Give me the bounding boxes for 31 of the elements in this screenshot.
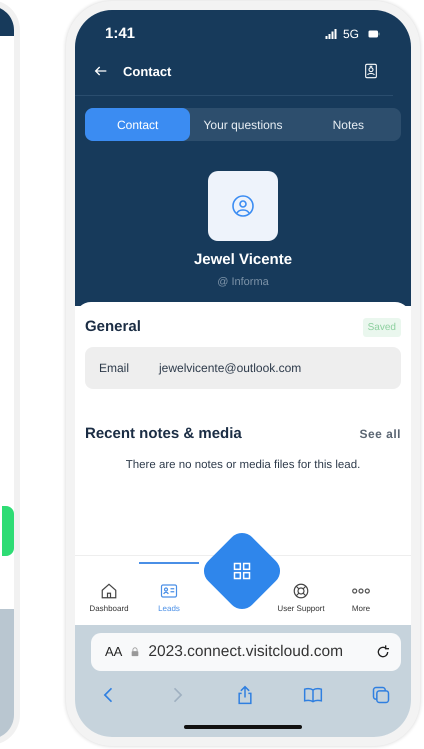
network-label: 5G	[342, 26, 359, 43]
section-title: General	[85, 317, 141, 337]
see-all-link[interactable]: See all	[359, 424, 401, 443]
status-time: 1:41	[105, 24, 136, 44]
empty-message: There are no notes or media files for this lead.	[124, 458, 362, 473]
person-icon	[231, 194, 255, 218]
url-text: 2023.connect.visitcloud.com	[148, 642, 344, 662]
home-icon	[100, 582, 118, 600]
signal-icon	[322, 28, 339, 40]
field-label: Email	[99, 360, 130, 376]
nav-tab[interactable]: Dashboard	[79, 582, 139, 615]
nav-tab[interactable]: User Support	[271, 582, 331, 615]
saved-badge: Saved	[362, 318, 401, 337]
tab[interactable]: Your questions	[190, 108, 296, 141]
field-value: jewelvicente@outlook.com	[159, 360, 302, 376]
more-dots-icon	[352, 588, 370, 594]
reload-icon	[375, 644, 391, 660]
nav-tab[interactable]: More	[331, 582, 391, 615]
id-badge-icon	[363, 62, 379, 80]
contact-name: Jewel Vicente	[192, 250, 294, 270]
company-name: @ Informa	[216, 274, 270, 290]
tab[interactable]: Notes	[296, 108, 401, 141]
address-bar[interactable]: AA 2023.connect.visitcloud.com	[91, 633, 401, 671]
tabs-icon	[371, 684, 391, 705]
page-title: Contact	[123, 62, 172, 81]
text-size-label: AA	[105, 643, 122, 662]
lifebuoy-icon	[292, 582, 310, 600]
section-title: Recent notes & media	[85, 424, 242, 444]
contact-card-icon	[160, 582, 178, 600]
lock-icon	[130, 646, 140, 658]
qr-code-icon	[232, 561, 252, 581]
